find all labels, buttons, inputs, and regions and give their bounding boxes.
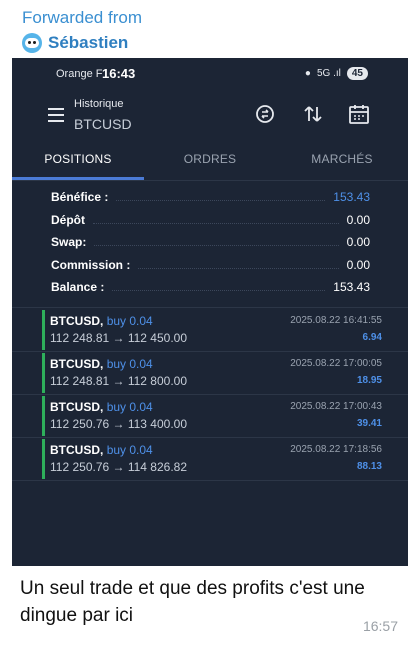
deal-indicator bbox=[42, 310, 45, 350]
deal-symbol: BTCUSD, bbox=[50, 314, 104, 328]
deal-time: 2025.08.22 17:00:43 bbox=[290, 401, 382, 412]
divider bbox=[12, 480, 408, 481]
currency-exchange-icon[interactable] bbox=[253, 102, 277, 126]
screenshot-image[interactable]: Orange F 16:43 ● 5G .ıl 45 Historique BT… bbox=[12, 58, 408, 566]
profit-value: 153.43 bbox=[333, 190, 370, 205]
deal-symbol: BTCUSD, bbox=[50, 357, 104, 371]
app-subtitle: Historique bbox=[74, 98, 124, 110]
deal-indicator bbox=[42, 439, 45, 479]
divider bbox=[12, 351, 408, 352]
deal-time: 2025.08.22 17:18:56 bbox=[290, 444, 382, 455]
sort-icon[interactable] bbox=[301, 102, 325, 126]
deal-profit: 39.41 bbox=[356, 418, 382, 429]
summary-panel: Bénéfice : 153.43 Dépôt 0.00 Swap: 0.00 … bbox=[12, 186, 408, 299]
swap-value: 0.00 bbox=[346, 235, 370, 250]
divider bbox=[12, 394, 408, 395]
deal-prices: 112 248.81 → 112 450.00 bbox=[50, 331, 188, 345]
deal-row[interactable]: BTCUSD, buy 0.04 112 250.76 → 113 400.00… bbox=[42, 396, 384, 436]
summary-row-deposit: Dépôt 0.00 bbox=[51, 212, 370, 227]
carrier-name: Orange F bbox=[56, 68, 103, 80]
deal-symbol: BTCUSD, bbox=[50, 443, 104, 457]
sender-name: Sébastien bbox=[48, 33, 129, 52]
message-bubble: Forwarded from Sébastien Orange F 16:43 … bbox=[0, 0, 420, 652]
deal-prices: 112 248.81 → 112 800.00 bbox=[50, 374, 188, 388]
summary-row-commission: Commission : 0.00 bbox=[51, 257, 370, 272]
menu-icon[interactable] bbox=[48, 108, 64, 122]
location-icon: ● bbox=[304, 68, 311, 79]
deal-prices: 112 250.76 → 113 400.00 bbox=[50, 417, 188, 431]
deal-row[interactable]: BTCUSD, buy 0.04 112 250.76 → 114 826.82… bbox=[42, 439, 384, 479]
battery-icon: 45 bbox=[346, 67, 368, 80]
sender-avatar-icon bbox=[22, 33, 42, 53]
calendar-icon[interactable] bbox=[347, 102, 371, 126]
tab-positions[interactable]: POSITIONS bbox=[12, 144, 144, 180]
deal-time: 2025.08.22 16:41:55 bbox=[290, 315, 382, 326]
divider bbox=[12, 307, 408, 308]
deal-side: buy 0.04 bbox=[106, 314, 153, 328]
tab-bar: POSITIONS ORDRES MARCHÉS bbox=[12, 144, 408, 180]
tab-ordres[interactable]: ORDRES bbox=[144, 144, 276, 180]
commission-value: 0.00 bbox=[346, 257, 370, 272]
summary-row-swap: Swap: 0.00 bbox=[51, 235, 370, 250]
summary-row-balance: Balance : 153.43 bbox=[51, 280, 370, 295]
status-bar: Orange F 16:43 ● 5G .ıl 45 bbox=[12, 58, 408, 92]
deal-time: 2025.08.22 17:00:05 bbox=[290, 358, 382, 369]
app-bar: Historique BTCUSD bbox=[12, 92, 408, 144]
deal-profit: 88.13 bbox=[356, 461, 382, 472]
message-text: Un seul trade et que des profits c'est u… bbox=[20, 578, 365, 626]
deal-prices: 112 250.76 → 114 826.82 bbox=[50, 460, 188, 474]
balance-value: 153.43 bbox=[333, 280, 370, 295]
deal-row[interactable]: BTCUSD, buy 0.04 112 248.81 → 112 800.00… bbox=[42, 353, 384, 393]
deal-side: buy 0.04 bbox=[106, 357, 153, 371]
tab-marches[interactable]: MARCHÉS bbox=[276, 144, 408, 180]
status-clock: 16:43 bbox=[102, 66, 136, 81]
tabs-divider bbox=[12, 180, 408, 181]
deal-indicator bbox=[42, 353, 45, 393]
deal-symbol: BTCUSD, bbox=[50, 400, 104, 414]
forward-sender[interactable]: Sébastien bbox=[22, 31, 128, 55]
signal-icon: 5G .ıl bbox=[316, 68, 341, 79]
deal-row[interactable]: BTCUSD, buy 0.04 112 248.81 → 112 450.00… bbox=[42, 310, 384, 350]
deal-profit: 6.94 bbox=[362, 332, 382, 343]
deal-side: buy 0.04 bbox=[106, 443, 153, 457]
divider bbox=[12, 437, 408, 438]
deal-profit: 18.95 bbox=[356, 375, 382, 386]
message-time: 16:57 bbox=[362, 618, 398, 634]
deal-indicator bbox=[42, 396, 45, 436]
forwarded-label: Forwarded from bbox=[22, 8, 142, 27]
deal-side: buy 0.04 bbox=[106, 400, 153, 414]
deposit-value: 0.00 bbox=[346, 212, 370, 227]
summary-row-profit: Bénéfice : 153.43 bbox=[51, 190, 370, 205]
app-title[interactable]: BTCUSD bbox=[74, 116, 132, 132]
status-icons: ● 5G .ıl 45 bbox=[305, 67, 368, 80]
